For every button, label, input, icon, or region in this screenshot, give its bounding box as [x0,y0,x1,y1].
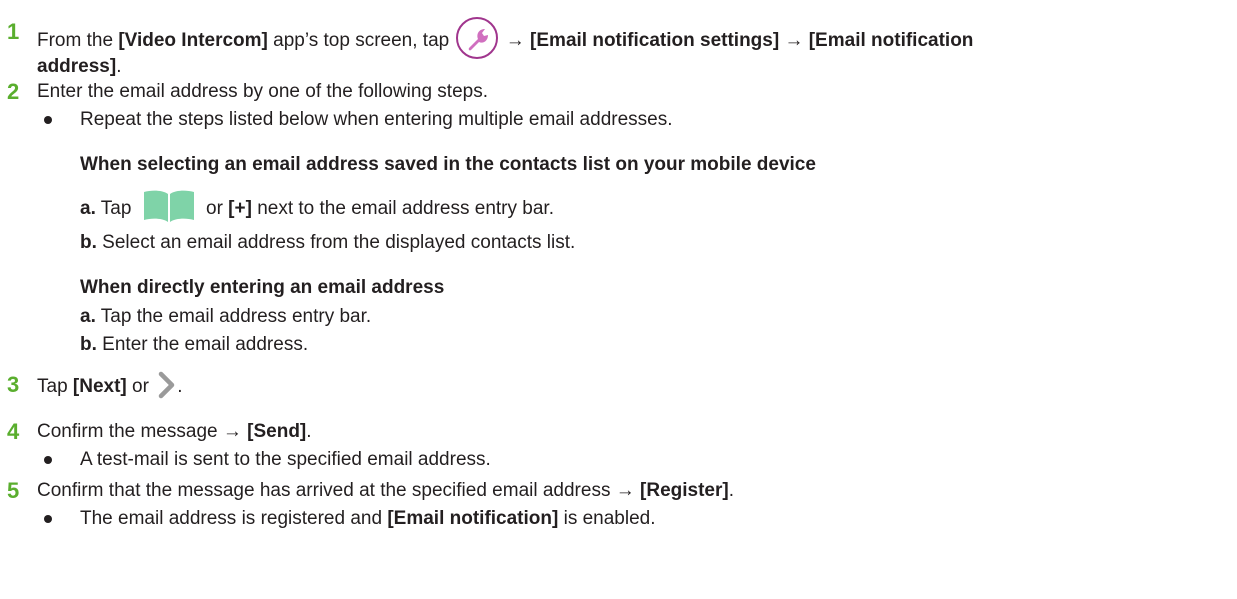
chevron-right-icon [157,371,177,399]
step-number: 2 [7,79,20,104]
step-text: Confirm the message → [Send]. [37,421,312,442]
substep-a: a. Tap the email address entry bar. [80,306,372,327]
bullet [44,515,52,523]
substep-b: b. Select an email address from the disp… [80,232,576,253]
contacts-book-icon [141,188,197,224]
step-number: 4 [7,419,20,444]
method-heading: When directly entering an email address [80,277,445,298]
bullet [44,456,52,464]
bullet-text: Repeat the steps listed below when enter… [80,109,673,130]
bullet-text: A test-mail is sent to the specified ema… [80,449,491,470]
substep-b: b. Enter the email address. [80,334,309,355]
step-number: 3 [7,372,20,397]
step-number: 5 [7,478,20,503]
step-text: Tap [Next] or . [37,371,183,401]
step-text: Enter the email address by one of the fo… [37,81,488,102]
step-text: Confirm that the message has arrived at … [37,480,734,501]
step-number: 1 [7,19,20,44]
wrench-icon [456,17,499,59]
bullet [44,116,52,124]
substep-a: a. Tap or [+] next to the email address … [80,188,554,227]
step-text-continued: address]. [37,56,122,77]
step-text: From the [Video Intercom] app’s top scre… [37,17,973,62]
method-heading: When selecting an email address saved in… [80,154,816,175]
bullet-text: The email address is registered and [Ema… [80,508,656,529]
